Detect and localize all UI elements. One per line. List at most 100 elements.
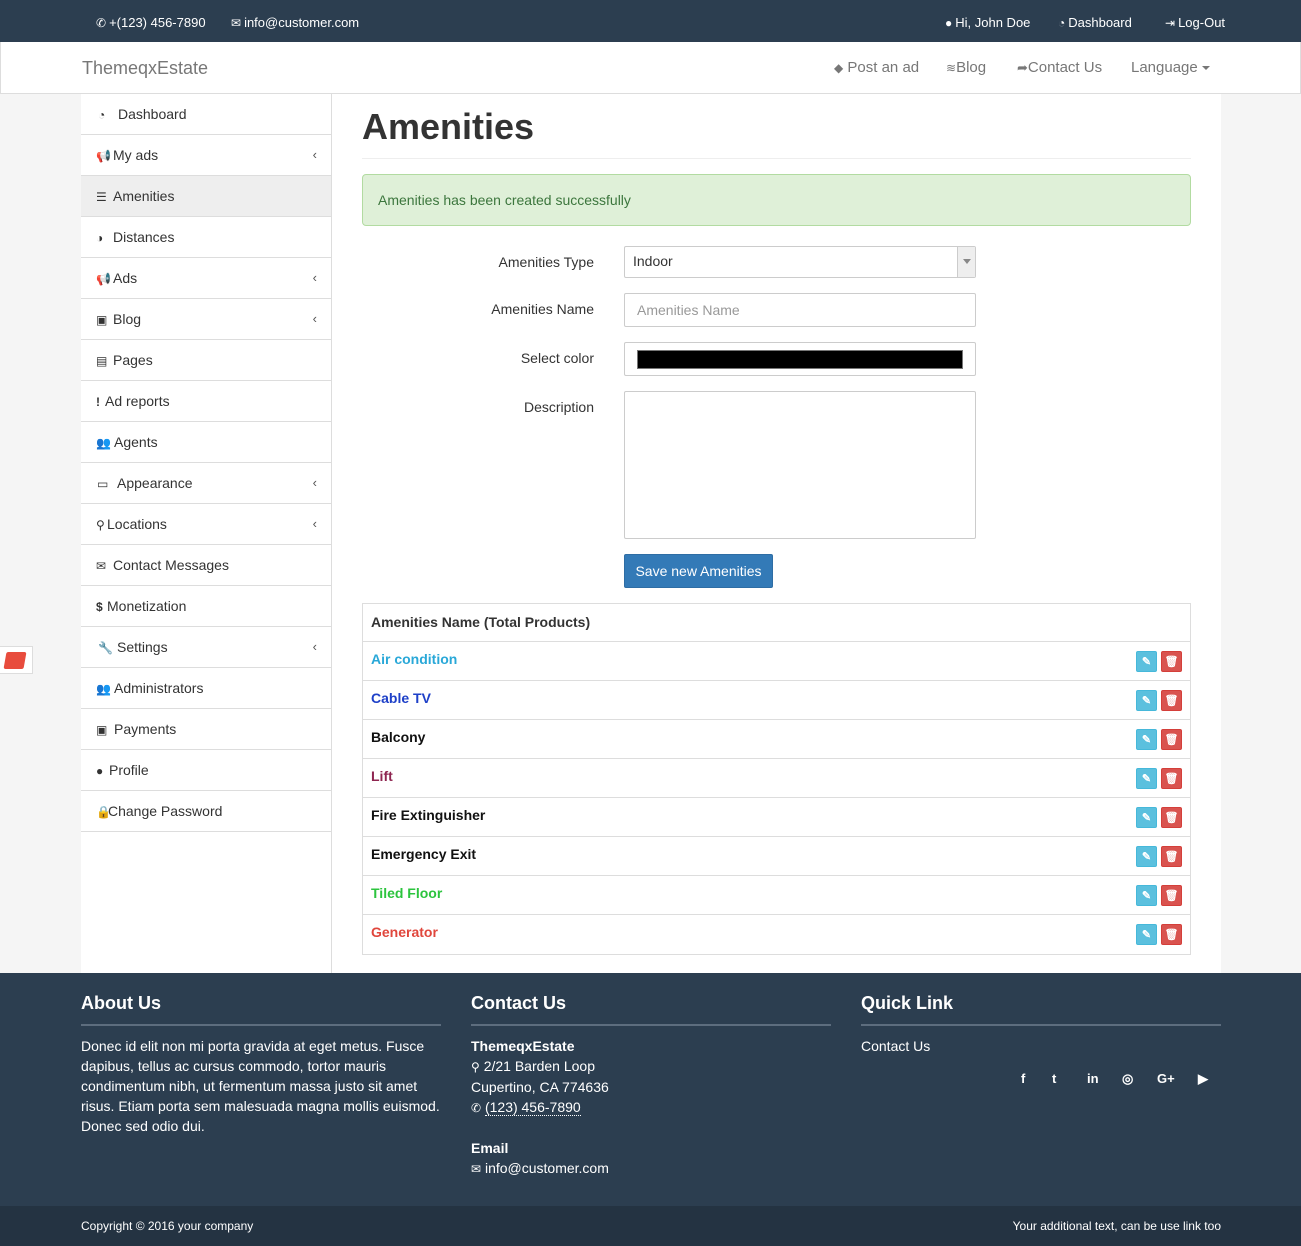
edit-button[interactable]: ✎: [1136, 807, 1157, 828]
select-color-label: Select color: [520, 350, 594, 366]
amenity-name: Fire Extinguisher: [371, 807, 486, 823]
color-picker-input[interactable]: [624, 342, 976, 376]
sidebar-item-label: Ads: [113, 270, 138, 286]
caret-down-icon: [1201, 66, 1210, 71]
success-alert: Amenities has been created successfully: [362, 174, 1191, 226]
description-textarea[interactable]: [624, 391, 976, 539]
delete-button[interactable]: 🗑: [1161, 729, 1182, 750]
top-dashboard-link[interactable]: ◔ Dashboard: [1058, 15, 1132, 31]
twitter-icon[interactable]: t: [1052, 1071, 1056, 1086]
edit-button[interactable]: ✎: [1136, 729, 1157, 750]
lock-icon: 🔒: [96, 805, 111, 819]
amenities-name-label: Amenities Name: [491, 301, 594, 317]
sidebar-item-label: Payments: [114, 721, 177, 737]
delete-button[interactable]: 🗑: [1161, 807, 1182, 828]
nav-language-label: Language: [1131, 59, 1198, 76]
chevron-left-icon: ‹: [312, 639, 317, 654]
sidebar-item-distances[interactable]: ◑ Distances: [81, 217, 331, 258]
google-plus-icon[interactable]: G+: [1157, 1071, 1175, 1086]
footer-about: About Us Donec id elit non mi porta grav…: [81, 993, 441, 1136]
footer-phone-link[interactable]: (123) 456-7890: [484, 1099, 581, 1116]
dashboard-icon: ◔: [98, 108, 106, 122]
footer-quick-link-contact[interactable]: Contact Us: [861, 1036, 1221, 1056]
amenities-name-input[interactable]: [624, 293, 976, 327]
main-content: Amenities Amenities has been created suc…: [332, 94, 1221, 973]
delete-button[interactable]: 🗑: [1161, 846, 1182, 867]
edit-button[interactable]: ✎: [1136, 846, 1157, 867]
sidebar-item-label: Monetization: [107, 598, 187, 614]
sidebar-item-blog[interactable]: ▣ Blog ‹: [81, 299, 331, 340]
exclamation-icon: !: [96, 395, 100, 409]
sidebar-item-label: Administrators: [114, 680, 204, 696]
amenities-type-select[interactable]: Indoor: [624, 246, 976, 278]
footer-about-title: About Us: [81, 993, 441, 1026]
top-dashboard-text: Dashboard: [1068, 15, 1132, 30]
logout-link[interactable]: ⇥ Log-Out: [1165, 15, 1225, 31]
sidebar-item-locations[interactable]: ⚲ Locations ‹: [81, 504, 331, 545]
sidebar-item-profile[interactable]: ● Profile: [81, 750, 331, 791]
trash-icon: 🗑: [1164, 929, 1179, 941]
sidebar-item-dashboard[interactable]: ◔ Dashboard: [81, 94, 331, 135]
sidebar-item-settings[interactable]: 🔧 Settings ‹: [81, 627, 331, 668]
sidebar-item-payments[interactable]: ▣ Payments: [81, 709, 331, 750]
phone-icon: ✆: [471, 1101, 482, 1115]
amenities-type-value: Indoor: [633, 253, 673, 269]
edit-button[interactable]: ✎: [1136, 924, 1157, 945]
table-row: Cable TV ✎ 🗑: [363, 681, 1190, 720]
delete-button[interactable]: 🗑: [1161, 768, 1182, 789]
brand-logo[interactable]: ThemeqxEstate: [82, 58, 208, 79]
bullhorn-icon: 📢: [96, 149, 111, 163]
edit-button[interactable]: ✎: [1136, 651, 1157, 672]
footer-address1-text: 2/21 Barden Loop: [483, 1058, 596, 1074]
sidebar-item-contact-messages[interactable]: ✉ Contact Messages: [81, 545, 331, 586]
dribbble-icon[interactable]: ◎: [1122, 1071, 1133, 1087]
delete-button[interactable]: 🗑: [1161, 690, 1182, 711]
nav-blog[interactable]: ≋Blog: [946, 59, 986, 76]
social-icons: f t in ◎ G+ ▶: [1016, 1071, 1216, 1091]
user-greeting-link[interactable]: ● Hi, John Doe: [945, 15, 1030, 31]
floating-widget-tab[interactable]: [0, 646, 33, 674]
top-phone-text: +(123) 456-7890: [109, 15, 206, 30]
sidebar-item-change-password[interactable]: 🔒Change Password: [81, 791, 331, 832]
sidebar-item-agents[interactable]: 👥 Agents: [81, 422, 331, 463]
sidebar-item-ad-reports[interactable]: ! Ad reports: [81, 381, 331, 422]
edit-button[interactable]: ✎: [1136, 690, 1157, 711]
edit-button[interactable]: ✎: [1136, 885, 1157, 906]
youtube-icon[interactable]: ▶: [1198, 1071, 1208, 1087]
edit-button[interactable]: ✎: [1136, 768, 1157, 789]
nav-language-dropdown[interactable]: Language: [1131, 59, 1210, 76]
sidebar-item-pages[interactable]: ▤ Pages: [81, 340, 331, 381]
sidebar-item-appearance[interactable]: ▭ Appearance ‹: [81, 463, 331, 504]
nav-blog-label: Blog: [956, 59, 987, 76]
sidebar-item-label: Distances: [113, 229, 175, 245]
save-amenities-button[interactable]: Save new Amenities: [624, 554, 773, 588]
nav-contact[interactable]: ➦Contact Us: [1017, 59, 1102, 76]
sidebar-item-monetization[interactable]: $ Monetization: [81, 586, 331, 627]
rss-square-icon: ▣: [96, 313, 108, 327]
amenity-name: Lift: [371, 768, 393, 784]
sidebar-item-my-ads[interactable]: 📢 My ads ‹: [81, 135, 331, 176]
facebook-icon[interactable]: f: [1021, 1071, 1025, 1086]
sidebar-item-amenities[interactable]: ☰ Amenities: [81, 176, 331, 217]
sidebar-item-label: Dashboard: [118, 106, 187, 122]
delete-button[interactable]: 🗑: [1161, 885, 1182, 906]
trash-icon: 🗑: [1164, 773, 1179, 785]
nav-post-ad[interactable]: ◆ Post an ad: [834, 59, 919, 76]
sidebar-item-label: Locations: [107, 516, 167, 532]
amenity-name: Generator: [371, 924, 438, 940]
amenity-name: Emergency Exit: [371, 846, 477, 862]
delete-button[interactable]: 🗑: [1161, 924, 1182, 945]
delete-button[interactable]: 🗑: [1161, 651, 1182, 672]
linkedin-icon[interactable]: in: [1087, 1071, 1099, 1086]
table-row: Emergency Exit ✎ 🗑: [363, 837, 1190, 876]
top-email[interactable]: ✉ info@customer.com: [231, 15, 359, 31]
sidebar-item-label: Pages: [113, 352, 153, 368]
sidebar-item-administrators[interactable]: 👥 Administrators: [81, 668, 331, 709]
footer-email[interactable]: ✉ info@customer.com: [471, 1158, 831, 1179]
sidebar-item-ads[interactable]: 📢 Ads ‹: [81, 258, 331, 299]
logout-text: Log-Out: [1178, 15, 1226, 30]
pencil-icon: ✎: [1141, 695, 1152, 707]
footer-quick-title: Quick Link: [861, 993, 1221, 1026]
copyright-text: Copyright © 2016 your company: [81, 1219, 254, 1233]
user-greeting-text: Hi, John Doe: [955, 15, 1031, 30]
